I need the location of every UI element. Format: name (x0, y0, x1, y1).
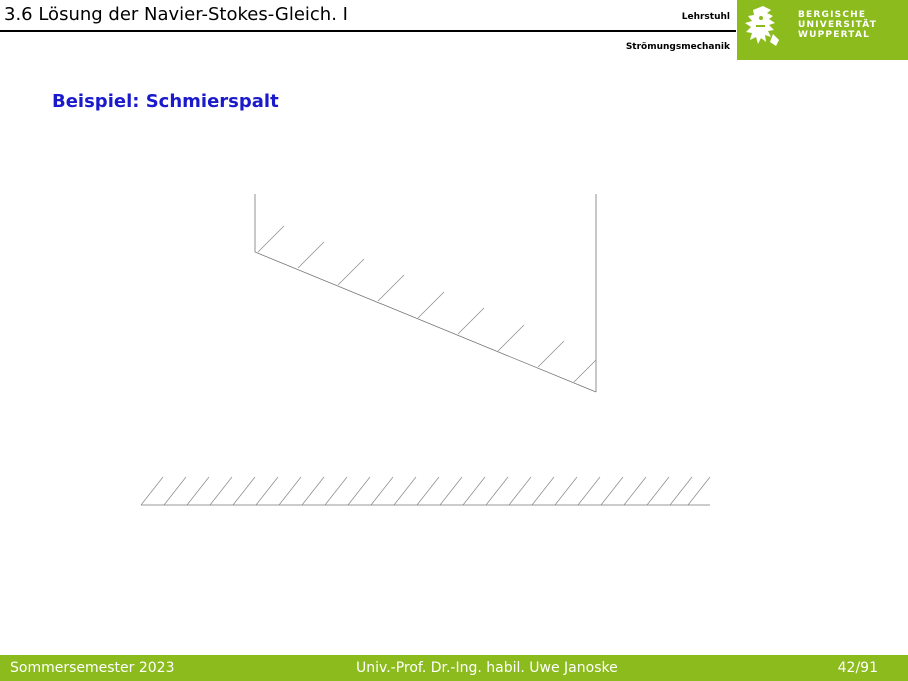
slide-footer: Sommersemester 2023 Univ.-Prof. Dr.-Ing.… (0, 655, 908, 681)
footer-semester: Sommersemester 2023 (10, 660, 175, 676)
footer-author: Univ.-Prof. Dr.-Ing. habil. Uwe Janoske (356, 660, 618, 676)
plate-hatching (140, 476, 711, 506)
footer-page-number: 42/91 (837, 660, 878, 676)
upper-slider-wall (254, 194, 597, 393)
lubrication-gap-diagram (140, 194, 711, 506)
slider-hatching (257, 225, 597, 383)
slider-inclined-surface (254, 251, 597, 393)
